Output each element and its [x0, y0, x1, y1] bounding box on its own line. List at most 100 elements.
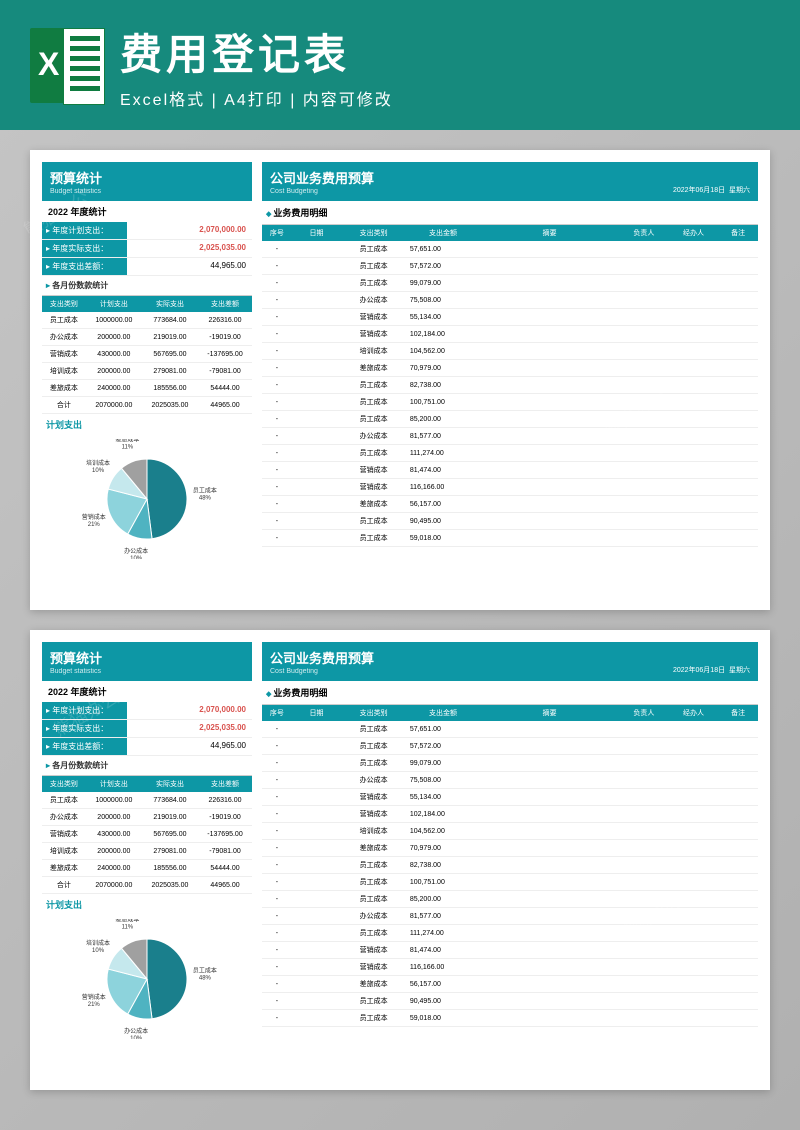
detail-row: -员工成本111,274.00	[262, 925, 758, 942]
banner: 费用登记表 Excel格式 | A4打印 | 内容可修改	[0, 0, 800, 130]
year-row: 2022 年度统计	[42, 201, 252, 222]
detail-row: -营销成本102,184.00	[262, 326, 758, 343]
mini-th: 实际支出	[142, 776, 198, 792]
detail-row: -员工成本90,495.00	[262, 993, 758, 1010]
left-header: 预算统计Budget statistics	[42, 642, 252, 681]
mini-row: 培训成本200000.00279081.00-79081.00	[42, 363, 252, 380]
detail-th: 摘要	[480, 705, 619, 721]
detail-th: 负责人	[619, 225, 669, 241]
pages-container: 预算统计Budget statistics 2022 年度统计 ▸ 年度计划支出…	[0, 130, 800, 1110]
date-info: 2022年06月18日 星期六	[673, 185, 750, 195]
category-table: 支出类别计划支出实际支出支出差额员工成本1000000.00773684.002…	[42, 776, 252, 894]
detail-row: -员工成本85,200.00	[262, 891, 758, 908]
svg-text:11%: 11%	[122, 444, 134, 450]
detail-row: -办公成本81,577.00	[262, 908, 758, 925]
svg-text:10%: 10%	[130, 1036, 143, 1039]
detail-th: 备注	[718, 225, 758, 241]
cost-budgeting-panel: 公司业务费用预算Cost Budgeting 2022年06月18日 星期六 业…	[262, 642, 758, 1078]
mini-row: 办公成本200000.00219019.00-19019.00	[42, 809, 252, 826]
svg-text:48%: 48%	[199, 975, 212, 981]
mini-th: 支出类别	[42, 296, 86, 312]
pie-chart: 员工成本48%办公成本10%营销成本21%培训成本10%差旅成本11%	[72, 439, 222, 559]
left-header: 预算统计Budget statistics	[42, 162, 252, 201]
detail-row: -员工成本85,200.00	[262, 411, 758, 428]
detail-row: -员工成本99,079.00	[262, 755, 758, 772]
detail-row: -营销成本55,134.00	[262, 309, 758, 326]
mini-row: 培训成本200000.00279081.00-79081.00	[42, 843, 252, 860]
detail-th: 负责人	[619, 705, 669, 721]
detail-row: -员工成本100,751.00	[262, 394, 758, 411]
detail-row: -员工成本57,572.00	[262, 738, 758, 755]
monthly-label: 各月份数款统计	[42, 276, 252, 296]
detail-th: 支出类别	[341, 705, 405, 721]
detail-th: 摘要	[480, 225, 619, 241]
svg-text:10%: 10%	[92, 468, 105, 474]
category-table: 支出类别计划支出实际支出支出差额员工成本1000000.00773684.002…	[42, 296, 252, 414]
right-header: 公司业务费用预算Cost Budgeting 2022年06月18日 星期六	[262, 162, 758, 201]
detail-row: -员工成本90,495.00	[262, 513, 758, 530]
detail-row: -培训成本104,562.00	[262, 343, 758, 360]
monthly-label: 各月份数款统计	[42, 756, 252, 776]
detail-label: 业务费用明细	[262, 681, 758, 705]
detail-row: -员工成本59,018.00	[262, 530, 758, 547]
svg-text:员工成本: 员工成本	[193, 486, 217, 494]
pie-chart: 员工成本48%办公成本10%营销成本21%培训成本10%差旅成本11%	[72, 919, 222, 1039]
detail-row: -营销成本55,134.00	[262, 789, 758, 806]
sheet-page: 预算统计Budget statistics 2022 年度统计 ▸ 年度计划支出…	[30, 630, 770, 1090]
svg-text:11%: 11%	[122, 924, 134, 930]
detail-th: 支出类别	[341, 225, 405, 241]
detail-th: 经办人	[669, 225, 719, 241]
detail-row: -营销成本116,166.00	[262, 959, 758, 976]
detail-row: -营销成本81,474.00	[262, 462, 758, 479]
detail-row: -员工成本100,751.00	[262, 874, 758, 891]
mini-row: 员工成本1000000.00773684.00226316.00	[42, 312, 252, 329]
svg-text:差旅成本: 差旅成本	[115, 919, 139, 923]
stat-row: ▸ 年度实际支出：2,025,035.00	[42, 720, 252, 738]
mini-th: 计划支出	[86, 776, 142, 792]
detail-th: 序号	[262, 225, 292, 241]
detail-th: 序号	[262, 705, 292, 721]
mini-row: 员工成本1000000.00773684.00226316.00	[42, 792, 252, 809]
detail-row: -营销成本102,184.00	[262, 806, 758, 823]
detail-row: -员工成本99,079.00	[262, 275, 758, 292]
detail-row: -差旅成本56,157.00	[262, 496, 758, 513]
detail-row: -员工成本57,572.00	[262, 258, 758, 275]
year-row: 2022 年度统计	[42, 681, 252, 702]
stat-row: ▸ 年度支出差额：44,965.00	[42, 258, 252, 276]
mini-th: 计划支出	[86, 296, 142, 312]
svg-text:办公成本: 办公成本	[124, 547, 148, 555]
sheet-page: 预算统计Budget statistics 2022 年度统计 ▸ 年度计划支出…	[30, 150, 770, 610]
svg-text:48%: 48%	[199, 495, 212, 501]
stat-row: ▸ 年度计划支出：2,070,000.00	[42, 702, 252, 720]
banner-subtitle: Excel格式 | A4打印 | 内容可修改	[120, 86, 393, 110]
svg-text:差旅成本: 差旅成本	[115, 439, 139, 443]
detail-row: -差旅成本56,157.00	[262, 976, 758, 993]
detail-row: -办公成本75,508.00	[262, 292, 758, 309]
detail-row: -差旅成本70,979.00	[262, 840, 758, 857]
detail-row: -营销成本116,166.00	[262, 479, 758, 496]
stat-row: ▸ 年度实际支出：2,025,035.00	[42, 240, 252, 258]
detail-row: -培训成本104,562.00	[262, 823, 758, 840]
detail-row: -营销成本81,474.00	[262, 942, 758, 959]
mini-row: 办公成本200000.00219019.00-19019.00	[42, 329, 252, 346]
svg-text:培训成本: 培训成本	[86, 459, 110, 467]
svg-text:员工成本: 员工成本	[193, 966, 217, 974]
detail-th: 日期	[292, 705, 342, 721]
detail-row: -员工成本59,018.00	[262, 1010, 758, 1027]
excel-icon	[30, 28, 105, 103]
svg-text:营销成本: 营销成本	[82, 513, 106, 521]
svg-text:21%: 21%	[88, 1002, 101, 1008]
date-info: 2022年06月18日 星期六	[673, 665, 750, 675]
detail-th: 备注	[718, 705, 758, 721]
detail-row: -员工成本82,738.00	[262, 377, 758, 394]
mini-row: 合计2070000.002025035.0044965.00	[42, 397, 252, 414]
chart-title: 计划支出	[42, 894, 252, 915]
mini-th: 支出差额	[198, 776, 252, 792]
detail-label: 业务费用明细	[262, 201, 758, 225]
svg-text:营销成本: 营销成本	[82, 993, 106, 1001]
detail-row: -办公成本81,577.00	[262, 428, 758, 445]
svg-text:10%: 10%	[130, 556, 143, 559]
detail-row: -办公成本75,508.00	[262, 772, 758, 789]
cost-budgeting-panel: 公司业务费用预算Cost Budgeting 2022年06月18日 星期六 业…	[262, 162, 758, 598]
detail-table: 序号日期支出类别支出金额摘要负责人经办人备注-员工成本57,651.00-员工成…	[262, 705, 758, 1027]
